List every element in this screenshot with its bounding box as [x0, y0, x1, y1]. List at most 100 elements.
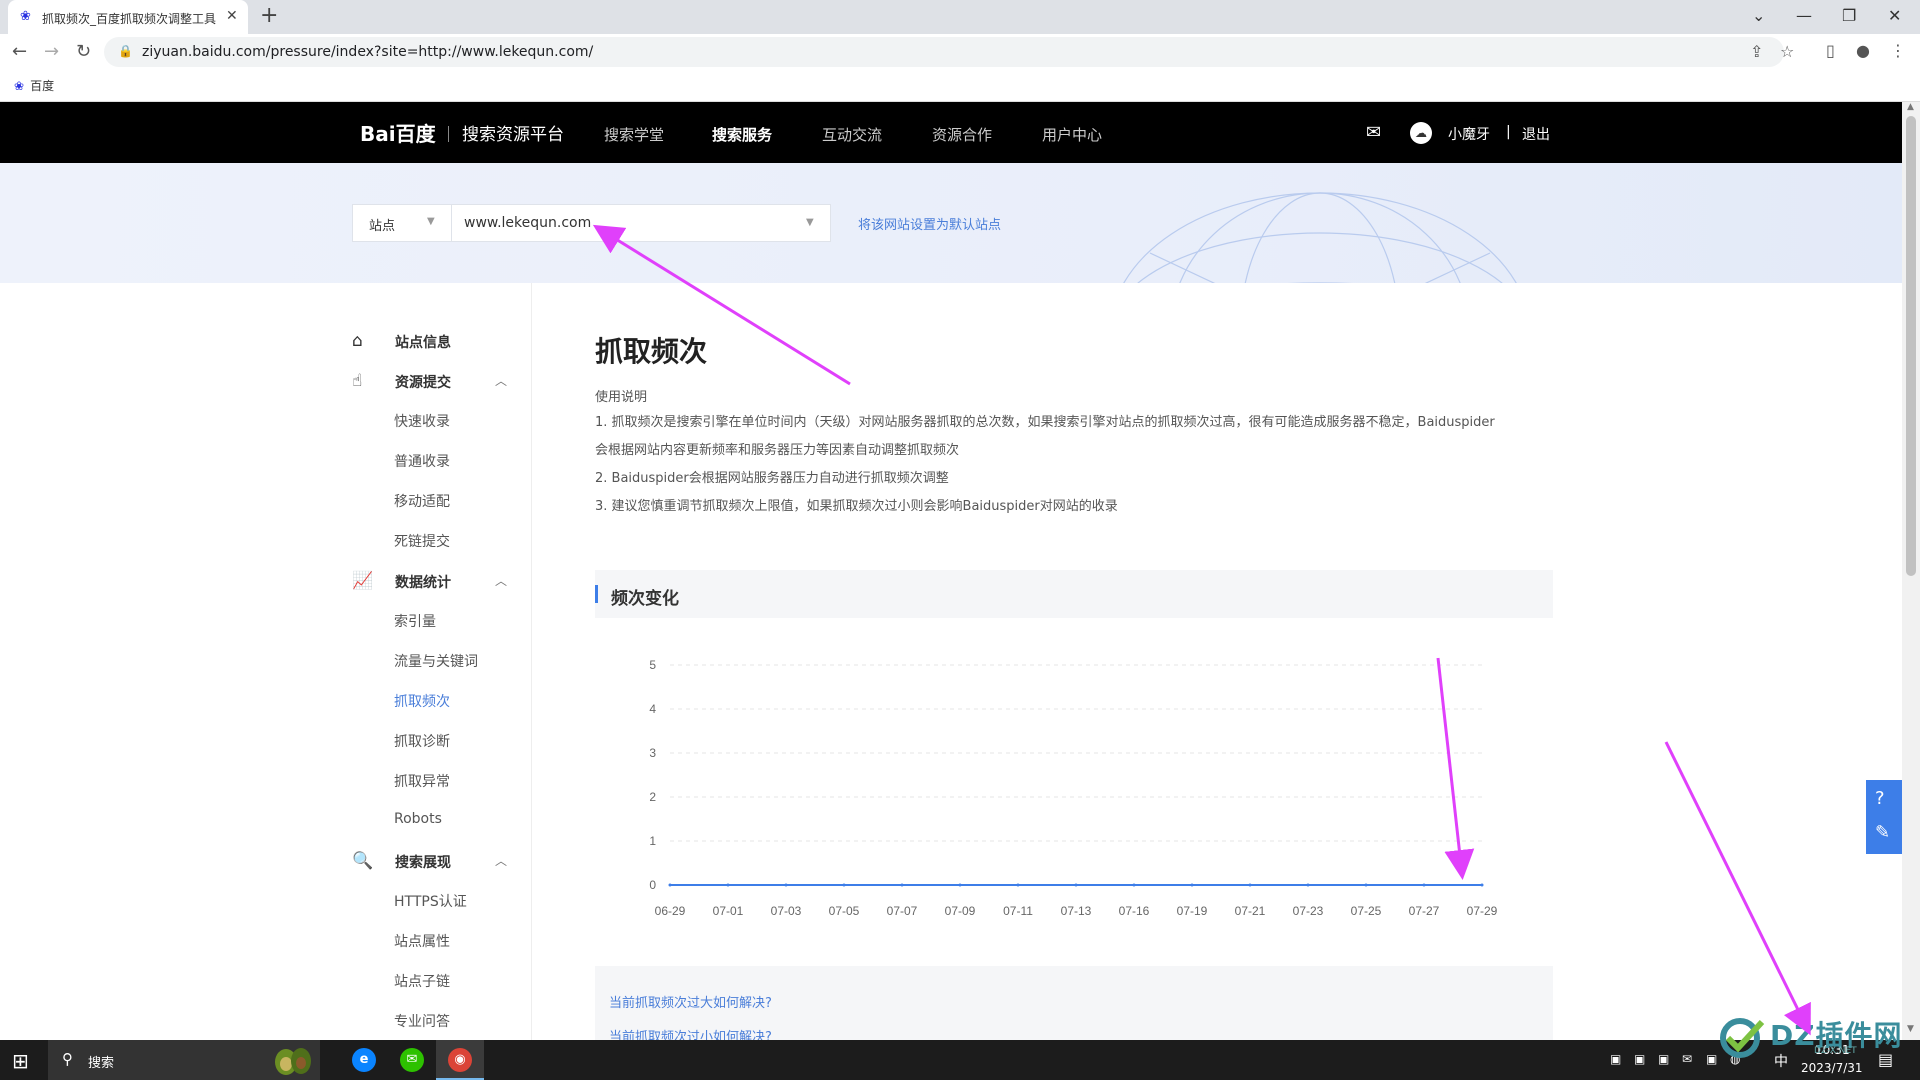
sidebar-item-traffic-keywords[interactable]: 流量与关键词 [394, 651, 478, 671]
side-panel-icon[interactable]: ▯ [1826, 41, 1835, 60]
faq-link-too-low[interactable]: 当前抓取频次过小如何解决? [609, 1026, 772, 1040]
data-point [1422, 883, 1426, 887]
sidebar-item-normal-index[interactable]: 普通收录 [394, 451, 450, 471]
data-point [1364, 883, 1368, 887]
bookmark-baidu[interactable]: ❀ 百度 [14, 77, 54, 94]
mail-icon[interactable]: ✉ [1366, 122, 1381, 143]
sidebar-item-label: 站点信息 [395, 335, 451, 351]
bookmark-star-icon[interactable]: ☆ [1780, 42, 1794, 61]
sidebar-item-index-volume[interactable]: 索引量 [394, 611, 436, 631]
submit-icon: ☝ [352, 371, 363, 391]
page-title: 抓取频次 [595, 335, 708, 368]
sidebar-item-site-attributes[interactable]: 站点属性 [394, 931, 450, 951]
section-title: 频次变化 [611, 589, 679, 609]
scroll-up-icon[interactable]: ▲ [1907, 102, 1914, 112]
watermark-logo: DZ插件网 DZ-X.NET [1718, 1012, 1918, 1062]
new-tab-button[interactable]: + [260, 5, 278, 27]
share-icon[interactable]: ⇪ [1750, 42, 1763, 61]
help-icon[interactable]: ? [1875, 788, 1885, 809]
data-point [1132, 883, 1136, 887]
baidu-logo[interactable]: Bai百度 [360, 118, 436, 147]
usage-paragraph-3: 3. 建议您慎重调节抓取频次上限值，如果抓取频次过小则会影响Baiduspide… [595, 499, 1118, 514]
sidebar-item-dead-link[interactable]: 死链提交 [394, 531, 450, 551]
data-point [1306, 883, 1310, 887]
site-url-select[interactable]: www.lekequn.com ▼ [451, 204, 831, 242]
forward-icon[interactable]: → [44, 41, 59, 62]
x-tick-label: 07-27 [1409, 904, 1440, 918]
profile-icon[interactable]: ● [1856, 41, 1870, 60]
tray-app-icon[interactable]: ▣ [1706, 1052, 1717, 1066]
taskbar-search-box[interactable]: ⚲ 搜索 [48, 1040, 320, 1080]
section-accent-bar [595, 585, 598, 603]
tray-wechat-icon[interactable]: ✉ [1682, 1052, 1692, 1066]
minimize-icon[interactable]: — [1796, 6, 1812, 25]
usage-paragraph-2: 2. Baiduspider会根据网站服务器压力自动进行抓取频次调整 [595, 471, 949, 486]
x-tick-label: 07-05 [829, 904, 860, 918]
taskbar-chrome-app[interactable]: ◉ [436, 1040, 484, 1080]
browser-tab-strip: ❀ 抓取频次_百度抓取频次调整工具 ✕ + ⌄ — ❐ ✕ [0, 0, 1920, 34]
clock-date[interactable]: 2023/7/31 [1801, 1061, 1863, 1075]
feedback-icon[interactable]: ✎ [1875, 822, 1890, 843]
nav-search-service[interactable]: 搜索服务 [712, 124, 772, 145]
restore-icon[interactable]: ❐ [1842, 6, 1856, 25]
chrome-icon: ◉ [448, 1048, 472, 1072]
data-point [842, 883, 846, 887]
windows-start-icon[interactable]: ⊞ [12, 1049, 29, 1073]
baidu-bookmark-icon: ❀ [14, 79, 25, 93]
chevron-up-icon[interactable]: ︿ [495, 852, 507, 869]
avocado-icon [275, 1048, 311, 1075]
faq-link-too-high[interactable]: 当前抓取频次过大如何解决? [609, 992, 772, 1011]
x-tick-label: 07-25 [1351, 904, 1382, 918]
close-window-icon[interactable]: ✕ [1888, 6, 1901, 25]
nav-cooperation[interactable]: 资源合作 [932, 124, 992, 145]
browser-tab[interactable]: ❀ 抓取频次_百度抓取频次调整工具 ✕ [8, 0, 248, 34]
url-text[interactable]: ziyuan.baidu.com/pressure/index?site=htt… [142, 44, 593, 60]
nav-user-center[interactable]: 用户中心 [1042, 124, 1102, 145]
checkmark-logo-icon [1720, 1018, 1765, 1058]
sidebar-item-robots[interactable]: Robots [394, 811, 442, 827]
tray-app-icon[interactable]: ▣ [1634, 1052, 1645, 1066]
sidebar-item-https[interactable]: HTTPS认证 [394, 891, 467, 911]
chevron-up-icon[interactable]: ︿ [495, 372, 507, 389]
set-default-site-link[interactable]: 将该网站设置为默认站点 [858, 214, 1001, 233]
chevron-up-icon[interactable]: ︿ [495, 572, 507, 589]
x-tick-label: 07-11 [1003, 904, 1033, 918]
sidebar-item-quick-index[interactable]: 快速收录 [394, 411, 450, 431]
reload-icon[interactable]: ↻ [76, 41, 91, 62]
sidebar-item-crawl-frequency[interactable]: 抓取频次 [394, 691, 450, 711]
tray-app-icon[interactable]: ▣ [1658, 1052, 1669, 1066]
sidebar-item-crawl-diagnosis[interactable]: 抓取诊断 [394, 731, 450, 751]
faq-box: 当前抓取频次过大如何解决? 当前抓取频次过小如何解决? [595, 966, 1553, 1040]
page-scrollbar[interactable]: ▲ ▼ [1902, 102, 1920, 1040]
data-point [1016, 883, 1020, 887]
close-tab-icon[interactable]: ✕ [226, 8, 238, 24]
baidu-favicon-icon: ❀ [20, 9, 31, 24]
data-point [1190, 883, 1194, 887]
scrollbar-thumb[interactable] [1906, 116, 1916, 576]
logout-link[interactable]: 退出 [1522, 124, 1550, 144]
nav-search-school[interactable]: 搜索学堂 [604, 124, 664, 145]
tray-app-icon[interactable]: ▣ [1610, 1052, 1621, 1066]
avatar[interactable]: ☁ [1410, 122, 1432, 144]
site-type-select[interactable]: 站点 ▼ [352, 204, 452, 242]
sidebar-group-label: 搜索展现 [395, 855, 451, 871]
back-icon[interactable]: ← [12, 41, 27, 62]
crawl-frequency-chart: 0 1 2 3 4 5 06-29 07-01 07-03 07-05 07-07 07-09 07-1… [649, 658, 1497, 918]
taskbar-browser-app[interactable]: e [340, 1040, 388, 1080]
taskbar-search-text: 搜索 [88, 1056, 115, 1071]
address-bar[interactable]: 🔒 ziyuan.baidu.com/pressure/index?site=h… [104, 37, 1794, 67]
header-divider: | [1506, 124, 1511, 140]
x-tick-label: 07-19 [1177, 904, 1208, 918]
sidebar-item-sitelinks[interactable]: 站点子链 [394, 971, 450, 991]
sidebar-item-expert-qa[interactable]: 专业问答 [394, 1011, 450, 1031]
menu-icon[interactable]: ⋮ [1890, 41, 1906, 60]
sidebar-item-mobile-adapt[interactable]: 移动适配 [394, 491, 450, 511]
annotation-arrow-clock [1664, 741, 1811, 1036]
tab-search-icon[interactable]: ⌄ [1752, 6, 1765, 25]
taskbar-wechat-app[interactable]: ✉ [388, 1040, 436, 1080]
nav-interaction[interactable]: 互动交流 [822, 124, 882, 145]
platform-title[interactable]: 搜索资源平台 [462, 120, 564, 145]
username[interactable]: 小魔牙 [1448, 124, 1490, 144]
frequency-change-section: 频次变化 [595, 570, 1553, 618]
sidebar-item-crawl-errors[interactable]: 抓取异常 [394, 771, 450, 791]
